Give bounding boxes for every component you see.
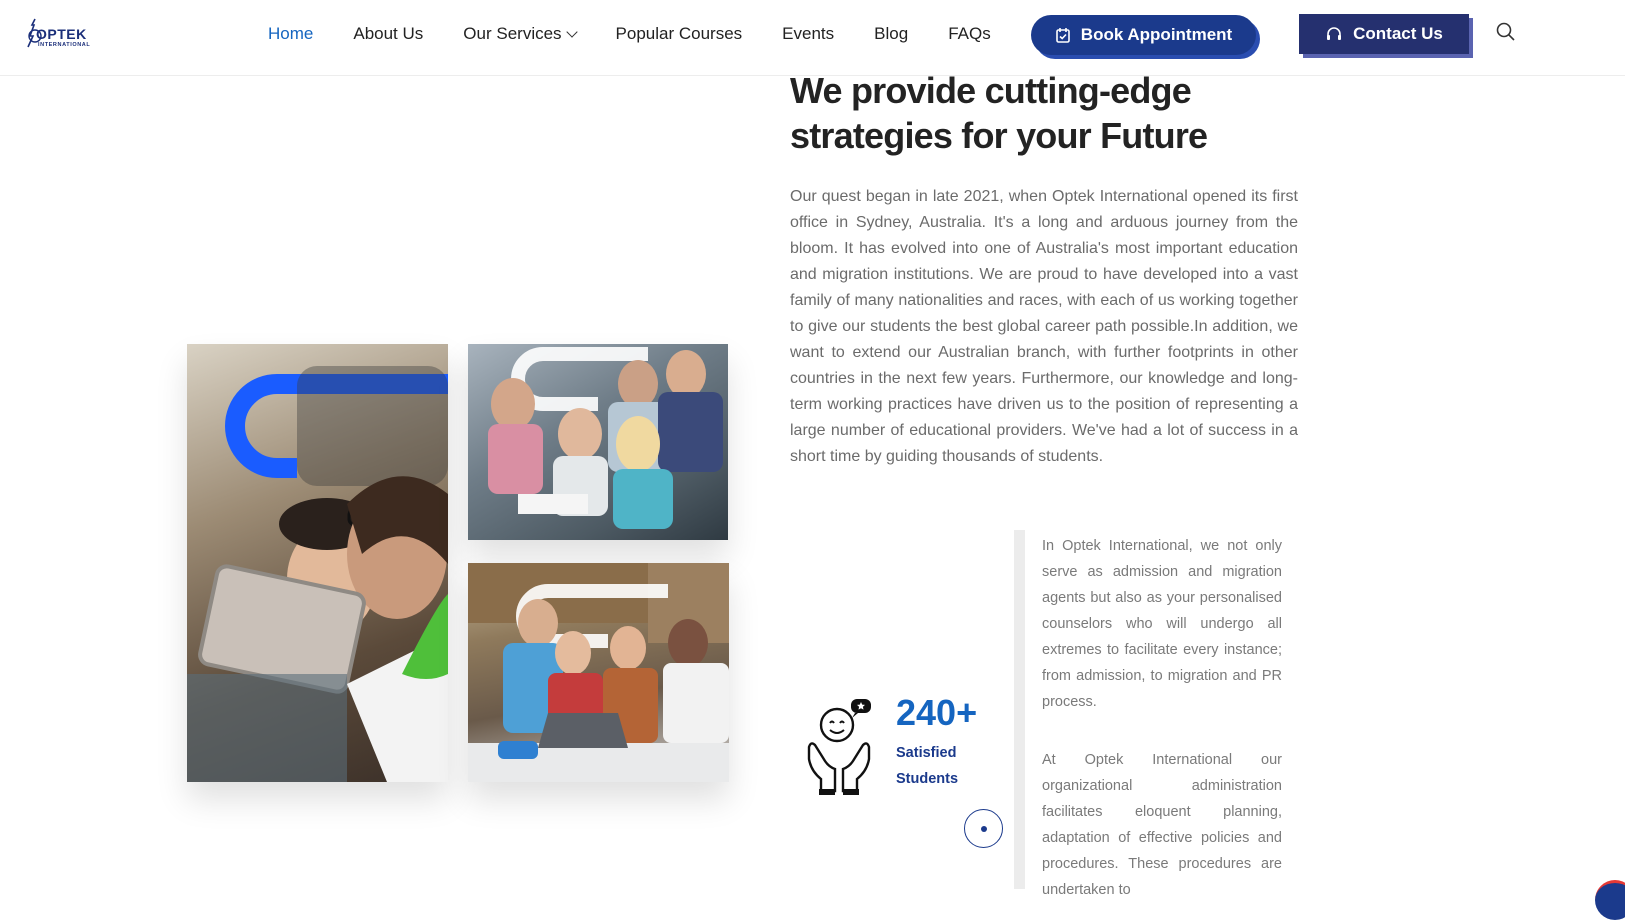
students-laptop-photo [468, 563, 729, 782]
logo-wordmark: OPTEK [36, 26, 87, 42]
side-divider [1014, 530, 1025, 889]
nav-courses-label: Popular Courses [615, 24, 743, 43]
chevron-down-icon [565, 26, 578, 38]
search-icon[interactable] [1496, 22, 1518, 44]
section-headline: We provide cutting-edge strategies for y… [790, 70, 1208, 156]
stat-value: 240+ [896, 692, 978, 733]
book-appointment-label: Book Appointment [1080, 25, 1233, 44]
stat-label: Satisfied Students [896, 745, 959, 787]
intro-paragraph: Our quest began in late 2021, when Optek… [790, 188, 1298, 465]
site-header: OPTEK INTERNATIONAL Home About Us Our Se… [0, 0, 1625, 76]
nav-faqs[interactable]: FAQs [948, 24, 991, 44]
side-paragraph-1: In Optek International, we not only serv… [1042, 538, 1282, 710]
slider-dot-button[interactable] [964, 809, 1003, 848]
nav-events[interactable]: Events [782, 24, 834, 44]
students-group-study-photo [468, 344, 728, 540]
nav-home[interactable]: Home [268, 24, 313, 44]
logo-subtitle: INTERNATIONAL [38, 42, 91, 48]
book-appointment-button[interactable]: Book Appointment [1031, 15, 1256, 55]
side-paragraph-2: At Optek International our organizationa… [1042, 752, 1282, 898]
contact-us-label: Contact Us [1353, 24, 1443, 43]
optek-logo[interactable]: OPTEK INTERNATIONAL [22, 16, 94, 50]
chat-widget-button[interactable] [1595, 880, 1625, 920]
nav-popular-courses[interactable]: Popular Courses [616, 24, 743, 44]
headset-icon [1325, 25, 1343, 43]
nav-blog[interactable]: Blog [874, 24, 908, 44]
nav-events-label: Events [782, 24, 835, 43]
main-nav: Home About Us Our Services Popular Cours… [268, 22, 1031, 46]
nav-faqs-label: FAQs [948, 24, 991, 43]
nav-blog-label: Blog [874, 24, 909, 43]
dot-icon [980, 825, 987, 832]
nav-our-services[interactable]: Our Services [463, 24, 578, 44]
nav-about-us[interactable]: About Us [353, 24, 423, 44]
nav-services-label: Our Services [463, 24, 562, 43]
happy-hands-icon [805, 697, 873, 795]
nav-about-label: About Us [353, 24, 424, 43]
calendar-check-icon [1055, 27, 1071, 43]
students-tablet-photo [187, 344, 448, 782]
nav-home-label: Home [268, 24, 314, 43]
contact-us-button[interactable]: Contact Us [1299, 14, 1469, 54]
